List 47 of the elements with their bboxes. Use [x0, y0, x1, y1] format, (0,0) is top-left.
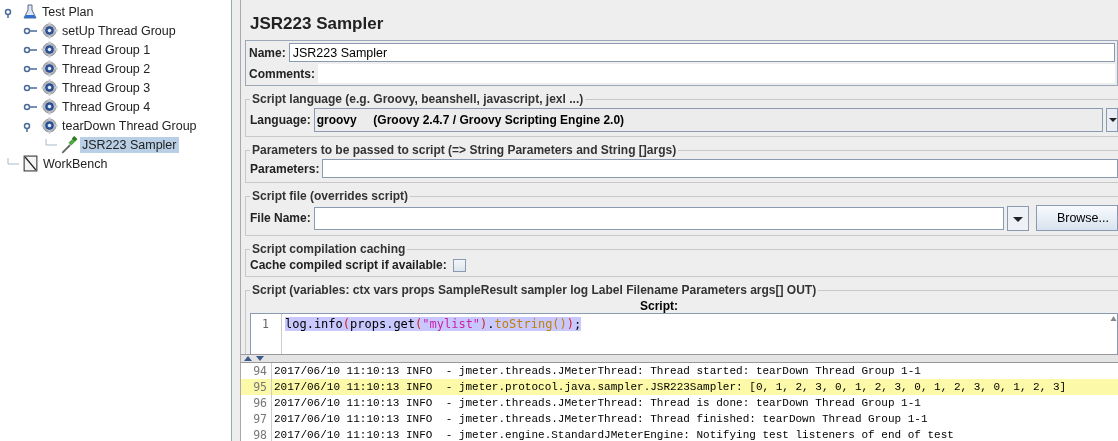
line-number: 1 — [261, 316, 270, 332]
log-line: 2017/06/10 11:10:13 INFO - jmeter.threads.JMeterThread: Thread started: tearDown Thread Group 1-1 — [273, 364, 922, 379]
panel-title: JSR223 Sampler — [249, 13, 385, 35]
log-line: 2017/06/10 11:10:13 INFO - jmeter.threads.JMeterThread: Thread finished: tearDown Thread Group 1-1 — [273, 412, 929, 427]
code-editor[interactable]: 1 log.info(props.get("mylist").toString()); — [250, 313, 1118, 354]
line-number: 95 — [241, 379, 272, 395]
field-label: Parameters: — [250, 161, 320, 176]
notebook-icon — [22, 155, 39, 172]
group-legend: Parameters to be passed to script (=> String Parameters and String []args) — [250, 143, 679, 157]
field-label: Cache compiled script if available: — [250, 258, 447, 272]
gear-icon — [41, 117, 58, 134]
log-line: 2017/06/10 11:10:13 INFO - jmeter.threads.JMeterThread: Thread is done: tearDown Thread Group 1-1 — [273, 396, 922, 411]
line-number: 98 — [241, 427, 272, 441]
field-label: Comments: — [249, 66, 315, 81]
group-legend: Script (variables: ctx vars props SampleResult sampler log Label Filename Parameters args[] OUT) — [250, 283, 819, 297]
tree-item[interactable]: Thread Group 4 — [60, 98, 153, 115]
gear-icon — [41, 98, 58, 115]
group-legend: Script language (e.g. Groovy, beanshell, javascript, jexl ...) — [250, 92, 586, 106]
log-line: 2017/06/10 11:10:13 INFO - jmeter.engine.StandardJMeterEngine: Notifying test listeners of end of test — [273, 428, 955, 441]
parameters-field[interactable] — [322, 159, 1118, 178]
line-number: 96 — [241, 395, 272, 411]
tree-item[interactable]: setUp Thread Group — [60, 22, 178, 39]
name-field[interactable]: JSR223 Sampler — [288, 43, 1115, 62]
gear-icon — [41, 22, 58, 39]
tree-item[interactable]: JSR223 Sampler — [80, 136, 179, 153]
script-header: Script: — [639, 299, 679, 313]
field-label: Name: — [249, 45, 286, 60]
tree-item[interactable]: Test Plan — [40, 3, 96, 20]
browse-button[interactable]: Browse... — [1035, 205, 1118, 231]
tree-item[interactable]: Thread Group 2 — [60, 60, 153, 77]
tree-item[interactable]: tearDown Thread Group — [60, 117, 199, 134]
file-name-field[interactable] — [313, 206, 1004, 230]
cache-checkbox[interactable] — [452, 258, 466, 272]
tree-item[interactable]: Thread Group 1 — [60, 41, 153, 58]
line-number: 97 — [241, 411, 272, 427]
language-dropdown[interactable]: groovy (Groovy 2.4.7 / Groovy Scripting Engine 2.0) — [313, 108, 1103, 132]
group-legend: Script compilation caching — [250, 242, 408, 256]
tree-item[interactable]: Thread Group 3 — [60, 79, 153, 96]
gear-icon — [41, 41, 58, 58]
gear-icon — [41, 79, 58, 96]
tree-item[interactable]: WorkBench — [41, 155, 110, 172]
dropper-icon — [60, 135, 78, 154]
field-label: Language: — [250, 113, 311, 127]
group-legend: Script file (overrides script) — [250, 189, 411, 203]
gear-icon — [41, 60, 58, 77]
field-label: File Name: — [250, 211, 311, 225]
flask-icon — [22, 3, 38, 20]
